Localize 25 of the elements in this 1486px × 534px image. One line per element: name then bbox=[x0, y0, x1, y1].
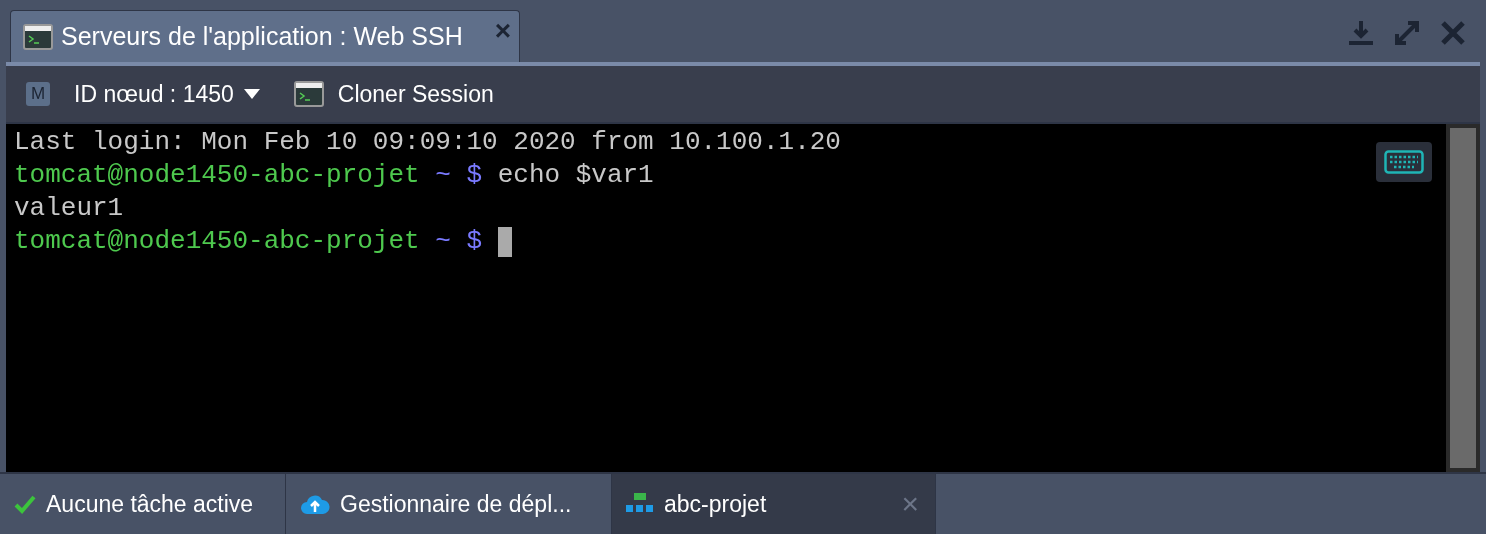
close-icon[interactable] bbox=[1440, 20, 1466, 46]
hierarchy-icon bbox=[626, 493, 654, 515]
clone-session-button[interactable]: Cloner Session bbox=[337, 80, 494, 108]
text-cursor bbox=[497, 226, 512, 257]
keyboard-button[interactable] bbox=[1376, 142, 1432, 182]
prompt-user: tomcat@node1450-abc-projet bbox=[14, 159, 420, 192]
terminals-icon bbox=[293, 81, 324, 107]
download-icon[interactable] bbox=[1348, 20, 1374, 46]
terminal-text: valeur1 bbox=[14, 192, 124, 225]
terminal-icon bbox=[23, 23, 53, 50]
terminal-text: Last login: Mon Feb 10 09:09:10 2020 from 10.100.1.20 bbox=[14, 126, 841, 159]
node-badge: M bbox=[26, 82, 50, 106]
prompt-user: tomcat@node1450-abc-projet bbox=[14, 225, 420, 258]
check-icon bbox=[14, 494, 36, 514]
terminal-text: echo $var1 bbox=[497, 159, 654, 192]
keyboard-icon bbox=[1384, 150, 1424, 174]
scrollbar[interactable] bbox=[1446, 124, 1480, 472]
prompt-path: ~ $ bbox=[434, 159, 484, 192]
node-dropdown[interactable]: ID nœud : 1450 bbox=[74, 80, 260, 108]
taskbar-item[interactable]: abc-projet × bbox=[612, 474, 936, 534]
window-title: Serveurs de l'application : Web SSH bbox=[61, 22, 463, 51]
expand-icon[interactable] bbox=[1394, 20, 1420, 46]
prompt-path: ~ $ bbox=[434, 225, 484, 258]
caret-icon bbox=[243, 89, 260, 99]
window-tab[interactable]: Serveurs de l'application : Web SSH × bbox=[10, 10, 520, 62]
